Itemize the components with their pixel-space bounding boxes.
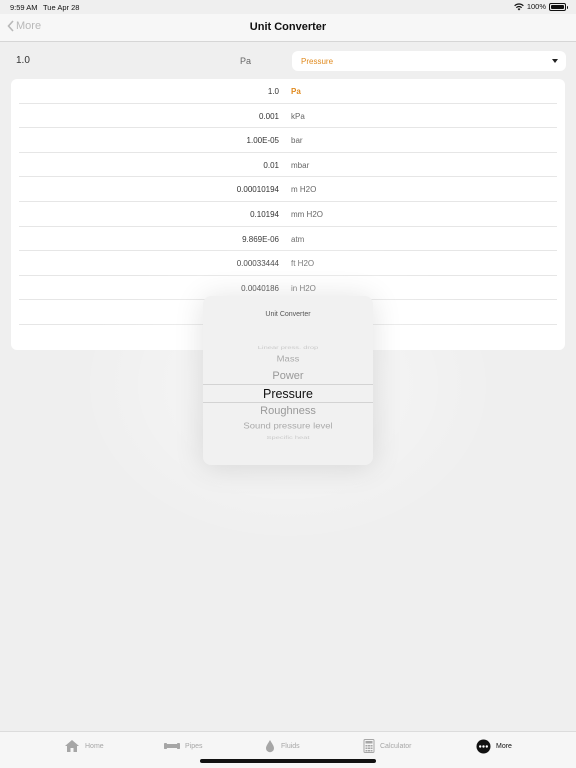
tab-fluids[interactable]: Fluids <box>264 739 300 753</box>
result-value: 0.01 <box>263 160 279 170</box>
drop-icon <box>266 740 274 753</box>
popover-title: Unit Converter <box>265 311 311 318</box>
result-value: 0.10194 <box>250 209 279 219</box>
status-right: 100% <box>514 2 568 11</box>
battery-percent: 100% <box>526 2 546 11</box>
tab-home[interactable]: Home <box>64 739 104 753</box>
result-value: 0.00033444 <box>236 259 279 269</box>
result-unit: ft H2O <box>291 259 315 269</box>
pipe-icon <box>164 743 180 749</box>
calculator-icon <box>363 739 375 753</box>
tab-label: Fluids <box>281 742 300 750</box>
result-unit: m H2O <box>291 185 317 195</box>
result-unit: in H2O <box>291 283 316 293</box>
result-row[interactable]: 0.001 kPa <box>19 104 557 129</box>
result-unit: atm <box>291 234 305 244</box>
unit-selector[interactable]: Pa <box>240 56 251 66</box>
picker-option[interactable]: Mass <box>203 355 373 364</box>
tab-more[interactable]: More <box>476 739 512 754</box>
result-row[interactable]: 0.00010194 m H2O <box>19 177 557 202</box>
result-value: 0.0040186 <box>241 283 279 293</box>
page-title: Unit Converter <box>249 21 327 33</box>
picker-option[interactable]: Linear press. drop <box>203 345 373 350</box>
result-unit: mm H2O <box>291 209 323 219</box>
result-value: 1.0 <box>267 87 279 96</box>
value-input[interactable]: 1.0 <box>16 55 30 66</box>
result-unit: mbar <box>291 160 310 170</box>
result-value: 0.00010194 <box>236 185 279 195</box>
battery-icon <box>549 2 568 11</box>
picker-option[interactable]: Power <box>203 370 373 382</box>
navigation-bar: More Unit Converter <box>0 14 576 42</box>
tab-pipes[interactable]: Pipes <box>164 739 203 753</box>
status-bar: 9:59 AM Tue Apr 28 100% <box>0 0 576 14</box>
category-picker-wheel[interactable]: Linear press. drop Mass Power Pressure R… <box>203 340 373 442</box>
picker-option[interactable]: Specific heat <box>203 435 373 440</box>
result-unit: kPa <box>291 111 305 121</box>
tab-label: More <box>496 743 512 750</box>
picker-option[interactable]: Roughness <box>203 405 373 417</box>
tab-label: Pipes <box>185 742 203 750</box>
result-unit: Pa <box>291 87 301 96</box>
more-icon <box>476 739 491 754</box>
category-picker-popover: Unit Converter Linear press. drop Mass P… <box>203 296 373 465</box>
home-icon <box>65 740 79 752</box>
result-row[interactable]: 0.01 mbar <box>19 153 557 178</box>
result-row[interactable]: 1.00E-05 bar <box>19 128 557 153</box>
category-select-value: Pressure <box>301 57 334 66</box>
result-value: 9.869E-06 <box>242 234 279 244</box>
result-row[interactable]: 9.869E-06 atm <box>19 227 557 252</box>
picker-option[interactable]: Sound pressure level <box>203 422 373 431</box>
result-row[interactable]: 1.0 Pa <box>19 79 557 104</box>
status-date: Tue Apr 28 <box>43 3 80 12</box>
result-unit: bar <box>291 136 303 146</box>
category-select[interactable]: Pressure <box>292 51 566 71</box>
result-row[interactable]: 0.00033444 ft H2O <box>19 251 557 276</box>
result-row[interactable]: 0.10194 mm H2O <box>19 202 557 227</box>
caret-down-icon <box>552 59 558 63</box>
status-time: 9:59 AM <box>10 3 38 12</box>
result-value: 1.00E-05 <box>246 136 279 146</box>
picker-option-selected[interactable]: Pressure <box>203 387 373 401</box>
tab-label: Home <box>85 742 104 750</box>
tab-calculator[interactable]: Calculator <box>363 739 412 753</box>
home-indicator[interactable] <box>200 759 376 763</box>
input-row: 1.0 Pa Pressure <box>0 43 576 77</box>
tab-label: Calculator <box>380 742 412 750</box>
result-value: 0.001 <box>258 111 279 121</box>
wifi-icon <box>514 2 524 10</box>
